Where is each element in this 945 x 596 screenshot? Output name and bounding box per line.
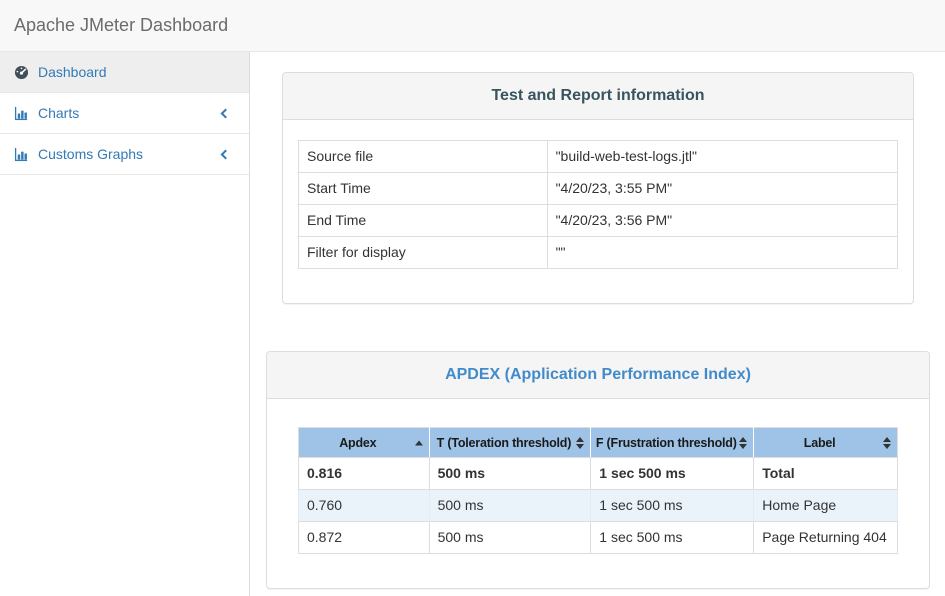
column-header-label[interactable]: Label — [754, 428, 898, 458]
apdex-header-row: Apdex T (Toleration threshold) F (Frustr… — [299, 428, 898, 458]
sort-both-icon — [576, 437, 584, 449]
table-row: Source file "build-web-test-logs.jtl" — [299, 141, 898, 173]
apdex-value: 0.872 — [299, 522, 430, 554]
apdex-panel-title[interactable]: APDEX (Application Performance Index) — [282, 365, 914, 385]
column-header-label: T (Toleration threshold) — [437, 436, 572, 450]
sidebar-item-label: Dashboard — [38, 64, 107, 80]
sidebar-item-customs-graphs[interactable]: Customs Graphs — [0, 134, 249, 175]
frustration-value: 1 sec 500 ms — [591, 490, 754, 522]
test-info-panel: Test and Report information Source file … — [282, 72, 914, 304]
sort-both-icon — [739, 437, 747, 449]
sort-ascending-icon — [415, 440, 423, 445]
frustration-value: 1 sec 500 ms — [591, 458, 754, 490]
column-header-frustration[interactable]: F (Frustration threshold) — [591, 428, 754, 458]
sidebar-item-label: Charts — [38, 105, 79, 121]
info-label: Source file — [299, 141, 548, 173]
info-label: End Time — [299, 205, 548, 237]
table-row: End Time "4/20/23, 3:56 PM" — [299, 205, 898, 237]
column-header-label: Label — [804, 436, 836, 450]
apdex-value: 0.760 — [299, 490, 430, 522]
info-label: Filter for display — [299, 237, 548, 269]
table-row: Filter for display "" — [299, 237, 898, 269]
table-row: 0.872 500 ms 1 sec 500 ms Page Returning… — [299, 522, 898, 554]
label-value: Home Page — [754, 490, 898, 522]
sidebar-item-dashboard[interactable]: Dashboard — [0, 52, 249, 93]
bar-chart-icon — [14, 106, 29, 121]
test-info-panel-title: Test and Report information — [298, 86, 898, 106]
apdex-panel: APDEX (Application Performance Index) Ap… — [266, 351, 930, 589]
chevron-left-icon — [221, 149, 231, 159]
sidebar-item-label: Customs Graphs — [38, 146, 143, 162]
sidebar-item-charts[interactable]: Charts — [0, 93, 249, 134]
column-header-label: Apdex — [339, 436, 376, 450]
apdex-panel-body: Apdex T (Toleration threshold) F (Frustr… — [267, 399, 929, 588]
toleration-value: 500 ms — [429, 490, 591, 522]
column-header-toleration[interactable]: T (Toleration threshold) — [429, 428, 591, 458]
sort-both-icon — [883, 437, 891, 449]
info-value: "" — [547, 237, 897, 269]
top-navbar: Apache JMeter Dashboard — [0, 0, 945, 52]
column-header-label: F (Frustration threshold) — [596, 436, 737, 450]
test-info-panel-body: Source file "build-web-test-logs.jtl" St… — [283, 120, 913, 303]
info-value: "4/20/23, 3:55 PM" — [547, 173, 897, 205]
column-header-apdex[interactable]: Apdex — [299, 428, 430, 458]
toleration-value: 500 ms — [429, 458, 591, 490]
main-content: Test and Report information Source file … — [251, 52, 945, 596]
table-row: Start Time "4/20/23, 3:55 PM" — [299, 173, 898, 205]
bar-chart-icon — [14, 147, 29, 162]
label-value: Page Returning 404 — [754, 522, 898, 554]
table-row: 0.816 500 ms 1 sec 500 ms Total — [299, 458, 898, 490]
app-title[interactable]: Apache JMeter Dashboard — [0, 15, 228, 36]
info-value: "4/20/23, 3:56 PM" — [547, 205, 897, 237]
label-value: Total — [754, 458, 898, 490]
info-label: Start Time — [299, 173, 548, 205]
toleration-value: 500 ms — [429, 522, 591, 554]
chevron-left-icon — [221, 108, 231, 118]
test-info-table: Source file "build-web-test-logs.jtl" St… — [298, 140, 898, 269]
frustration-value: 1 sec 500 ms — [591, 522, 754, 554]
apdex-table: Apdex T (Toleration threshold) F (Frustr… — [298, 427, 898, 554]
sidebar: Dashboard Charts Customs Graphs — [0, 52, 250, 596]
dashboard-icon — [14, 65, 29, 80]
table-row: 0.760 500 ms 1 sec 500 ms Home Page — [299, 490, 898, 522]
info-value: "build-web-test-logs.jtl" — [547, 141, 897, 173]
test-info-panel-heading: Test and Report information — [283, 73, 913, 120]
apdex-panel-heading: APDEX (Application Performance Index) — [267, 352, 929, 399]
apdex-value: 0.816 — [299, 458, 430, 490]
